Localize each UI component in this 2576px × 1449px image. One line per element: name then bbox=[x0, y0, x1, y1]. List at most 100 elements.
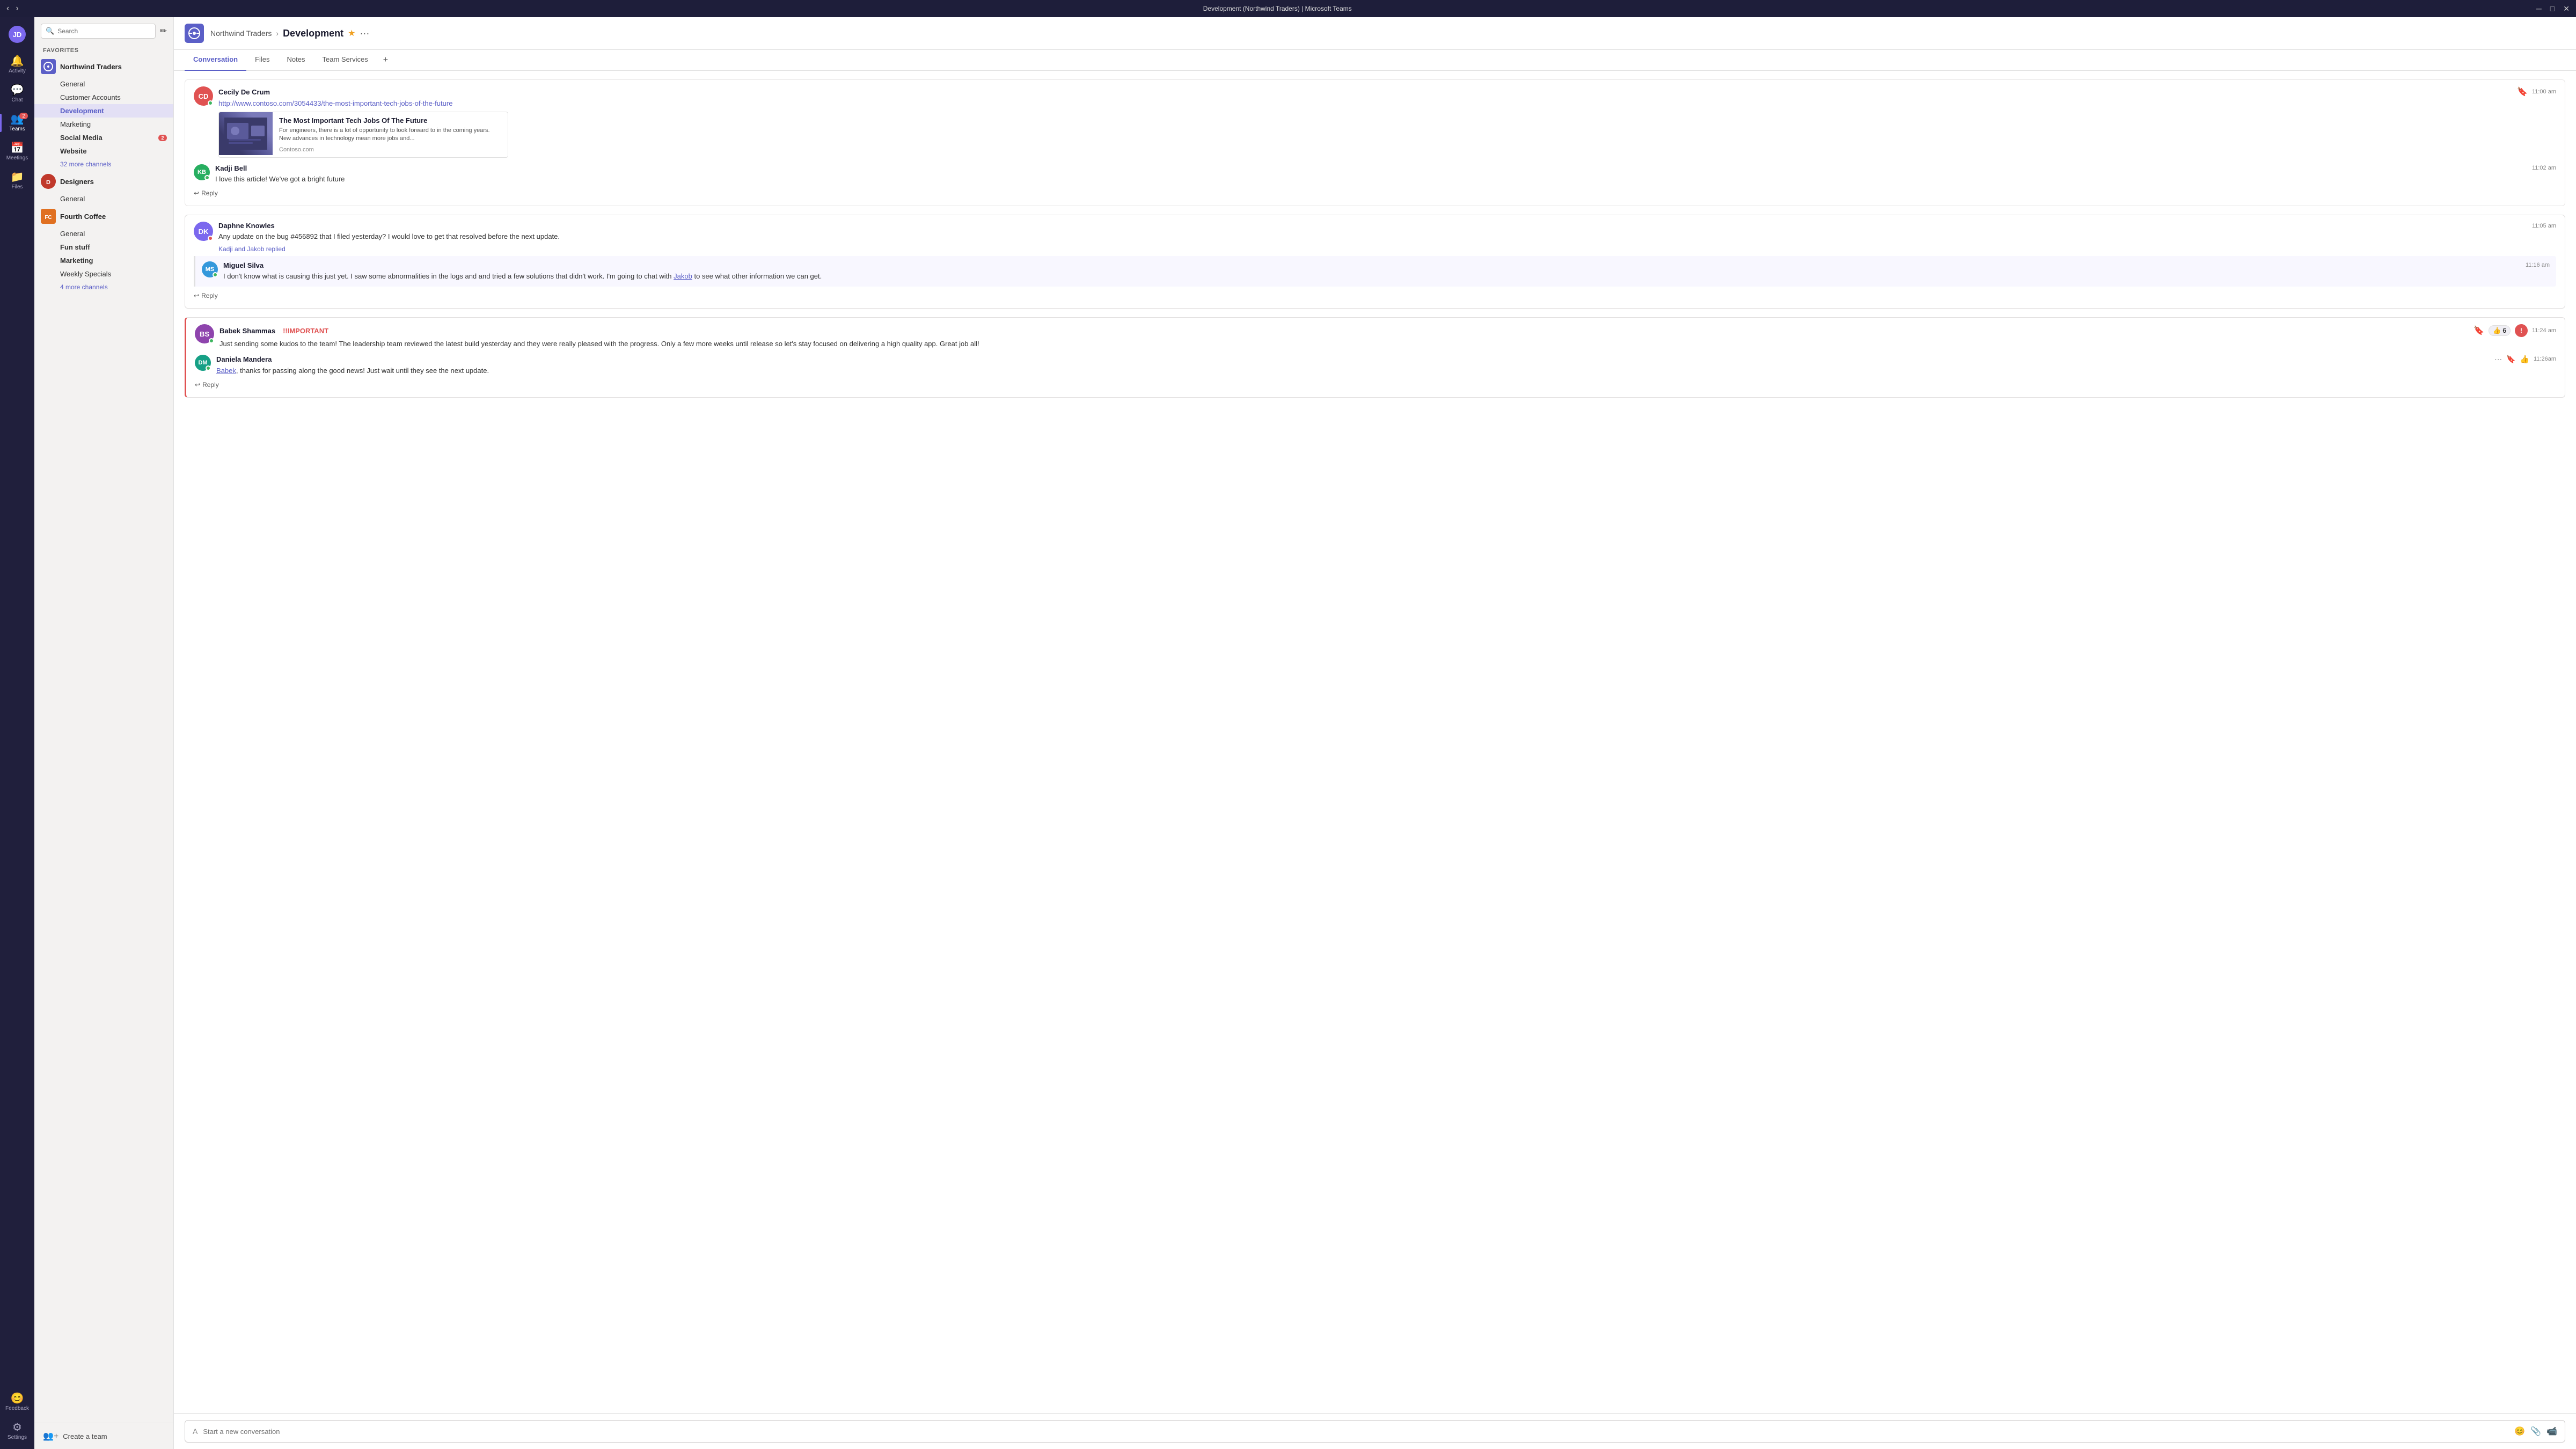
like-reaction[interactable]: 👍 6 bbox=[2489, 325, 2511, 336]
channel-badge-social: 2 bbox=[158, 135, 167, 141]
search-box[interactable]: 🔍 bbox=[41, 24, 156, 39]
reply-indicator-2[interactable]: Kadji and Jakob replied bbox=[194, 245, 2556, 253]
new-conversation-input[interactable] bbox=[203, 1428, 2509, 1436]
channel-designers-general[interactable]: General bbox=[34, 192, 173, 206]
reply-bookmark-icon[interactable]: 🔖 bbox=[2506, 355, 2515, 364]
team-northwind[interactable]: Northwind Traders ··· bbox=[34, 56, 173, 77]
avatar-initials-daniela: DM bbox=[198, 360, 207, 366]
channel-fc-general[interactable]: General bbox=[34, 227, 173, 240]
channel-fc-weeklyspecials[interactable]: Weekly Specials bbox=[34, 267, 173, 281]
close-button[interactable]: ✕ bbox=[2563, 4, 2570, 13]
back-button[interactable]: ‹ bbox=[6, 4, 9, 13]
avatar-initials-kadji: KB bbox=[197, 169, 206, 175]
edit-icon[interactable]: ✏ bbox=[160, 26, 167, 36]
channel-development[interactable]: Development bbox=[34, 104, 173, 118]
channel-northwind-general[interactable]: General bbox=[34, 77, 173, 91]
rail-item-settings[interactable]: ⚙ Settings bbox=[0, 1418, 34, 1445]
status-cecily bbox=[208, 100, 213, 106]
breadcrumb-chevron: › bbox=[276, 29, 279, 38]
format-icon[interactable]: A bbox=[193, 1427, 197, 1436]
nested-content-miguel: Miguel Silva 11:16 am I don't know what … bbox=[223, 261, 2550, 282]
channel-social-media[interactable]: Social Media 2 bbox=[34, 131, 173, 144]
more-channels-northwind[interactable]: 32 more channels bbox=[34, 158, 173, 171]
channel-tabs: Conversation Files Notes Team Services + bbox=[174, 50, 2576, 71]
rail-label-files: Files bbox=[11, 184, 23, 190]
message-wrapper-3: BS Babek Shammas !!IMPORTANT bbox=[185, 317, 2565, 398]
forward-button[interactable]: › bbox=[16, 4, 18, 13]
user-avatar-rail[interactable]: JD bbox=[0, 21, 34, 49]
svg-text:D: D bbox=[46, 179, 50, 186]
message-group-1: CD Cecily De Crum 🔖 bbox=[185, 79, 2565, 206]
emoji-icon[interactable]: 😊 bbox=[2514, 1426, 2525, 1437]
timestamp-1: 11:00 am bbox=[2532, 89, 2556, 95]
msg-text-3: Just sending some kudos to the team! The… bbox=[219, 339, 2556, 349]
star-icon[interactable]: ★ bbox=[348, 28, 355, 39]
rail-item-activity[interactable]: 🔔 Activity bbox=[0, 52, 34, 78]
rail-label-feedback: Feedback bbox=[5, 1406, 29, 1411]
rail-item-teams[interactable]: 2 👥 Teams bbox=[0, 109, 34, 136]
team-avatar-northwind bbox=[41, 59, 56, 74]
link-babek[interactable]: Babek bbox=[216, 367, 236, 375]
tab-files[interactable]: Files bbox=[246, 50, 278, 71]
channel-fc-funstuff[interactable]: Fun stuff bbox=[34, 240, 173, 254]
attachment-icon[interactable]: 📎 bbox=[2530, 1426, 2541, 1437]
nested-row-miguel: MS Miguel Silva 11:16 am I don bbox=[202, 261, 2550, 282]
create-team-label: Create a team bbox=[63, 1432, 107, 1440]
rail-item-files[interactable]: 📁 Files bbox=[0, 167, 34, 194]
bookmark-icon-1[interactable]: 🔖 bbox=[2517, 86, 2528, 97]
team-fourthcoffee[interactable]: FC Fourth Coffee ··· bbox=[34, 206, 173, 227]
bookmark-icon-3[interactable]: 🔖 bbox=[2473, 325, 2484, 336]
sidebar-header: 🔍 ✏ bbox=[34, 17, 173, 43]
link-jakob[interactable]: Jakob bbox=[674, 272, 692, 280]
channel-label: General bbox=[60, 80, 85, 88]
reply-button-3[interactable]: ↩ Reply bbox=[195, 379, 2556, 391]
window-nav[interactable]: ‹ › bbox=[6, 4, 19, 13]
nested-author-daniela: Daniela Mandera bbox=[216, 355, 272, 363]
channel-label: Marketing bbox=[60, 120, 91, 128]
tab-conversation[interactable]: Conversation bbox=[185, 50, 246, 71]
meet-icon[interactable]: 📹 bbox=[2546, 1426, 2557, 1437]
status-kadji bbox=[204, 175, 210, 180]
important-tag: !!IMPORTANT bbox=[283, 327, 328, 335]
status-miguel bbox=[213, 272, 218, 277]
search-input[interactable] bbox=[57, 27, 150, 35]
status-daniela bbox=[206, 365, 211, 371]
important-reaction[interactable]: ! bbox=[2515, 324, 2528, 337]
reply-icon-3: ↩ bbox=[195, 381, 200, 389]
maximize-button[interactable]: □ bbox=[2550, 4, 2555, 13]
channel-more-options[interactable]: ··· bbox=[360, 28, 369, 39]
message-card-3: BS Babek Shammas !!IMPORTANT bbox=[185, 317, 2565, 398]
rail-item-meetings[interactable]: 📅 Meetings bbox=[0, 138, 34, 165]
channel-marketing[interactable]: Marketing bbox=[34, 118, 173, 131]
reply-button-1[interactable]: ↩ Reply bbox=[194, 187, 2556, 199]
link-preview-source-1: Contoso.com bbox=[279, 147, 501, 153]
team-designers[interactable]: D Designers ··· bbox=[34, 171, 173, 192]
window-controls[interactable]: ─ □ ✕ bbox=[2536, 4, 2570, 13]
tab-notes[interactable]: Notes bbox=[279, 50, 314, 71]
rail-item-feedback[interactable]: 😊 Feedback bbox=[0, 1389, 34, 1416]
msg-author-cecily: Cecily De Crum bbox=[218, 88, 270, 96]
header-channel-name: Development bbox=[283, 28, 343, 39]
team-name-designers: Designers bbox=[60, 178, 154, 186]
channel-customer-accounts[interactable]: Customer Accounts bbox=[34, 91, 173, 104]
create-team-button[interactable]: 👥+ Create a team bbox=[41, 1428, 167, 1445]
header-team-name[interactable]: Northwind Traders bbox=[210, 29, 272, 38]
reply-like-icon[interactable]: 👍 bbox=[2520, 355, 2529, 364]
reply-time-kadji: 11:02 am bbox=[2532, 165, 2556, 171]
message-wrapper-2: DK Daphne Knowles 11:05 am Any update on… bbox=[185, 215, 2565, 309]
tab-team-services[interactable]: Team Services bbox=[314, 50, 377, 71]
channel-website[interactable]: Website bbox=[34, 144, 173, 158]
channel-fc-marketing[interactable]: Marketing bbox=[34, 254, 173, 267]
msg-link-1[interactable]: http://www.contoso.com/3054433/the-most-… bbox=[218, 99, 452, 107]
rail-item-chat[interactable]: 💬 Chat bbox=[0, 80, 34, 107]
nested-content-daniela: Daniela Mandera ··· 🔖 👍 11:26am bbox=[216, 355, 2556, 376]
reply-more-icon[interactable]: ··· bbox=[2494, 355, 2502, 363]
channel-label: Marketing bbox=[60, 257, 93, 265]
msg-content-3: Babek Shammas !!IMPORTANT 🔖 👍 6 bbox=[219, 324, 2556, 349]
more-channels-fourthcoffee[interactable]: 4 more channels bbox=[34, 281, 173, 294]
nested-author-miguel: Miguel Silva bbox=[223, 261, 264, 269]
avatar-initials-daphne: DK bbox=[199, 228, 209, 236]
minimize-button[interactable]: ─ bbox=[2536, 4, 2542, 13]
add-tab-button[interactable]: + bbox=[377, 50, 394, 70]
reply-button-2[interactable]: ↩ Reply bbox=[194, 290, 2556, 302]
